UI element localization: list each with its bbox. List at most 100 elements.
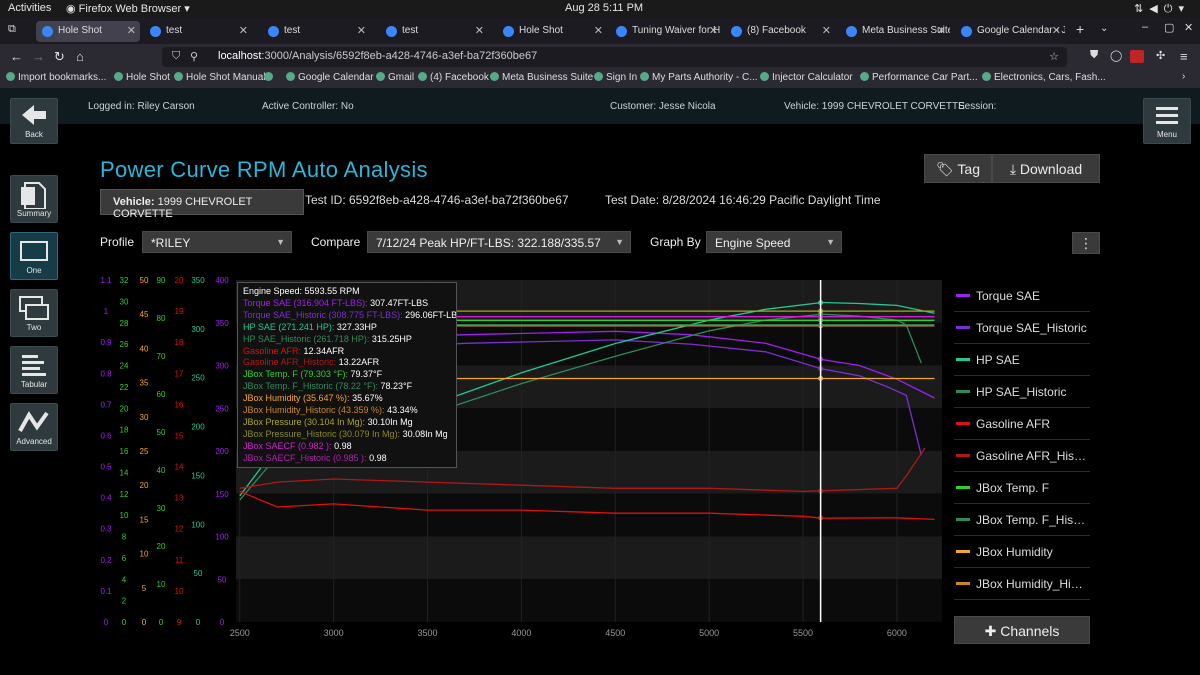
bookmark-item[interactable]: Gmail bbox=[376, 72, 414, 83]
tab-item[interactable]: Meta Business Suite ✕ bbox=[840, 21, 950, 42]
legend-item[interactable]: JBox Temp. F_Historic bbox=[954, 504, 1090, 536]
channels-button[interactable]: ✚ Channels bbox=[954, 616, 1090, 644]
y-tick-label: 300 bbox=[191, 325, 205, 334]
bookmark-item[interactable]: Electronics, Cars, Fash... bbox=[982, 72, 1106, 83]
y-tick-label: 30 bbox=[140, 413, 149, 422]
legend-swatch bbox=[956, 326, 970, 329]
y-tick-label: 19 bbox=[175, 307, 184, 316]
y-tick-label: 0 bbox=[159, 618, 164, 627]
bookmark-item[interactable]: My Parts Authority - C... bbox=[640, 72, 758, 83]
active-controller-text: Active Controller: No bbox=[262, 101, 354, 112]
compare-select[interactable]: 7/12/24 Peak HP/FT-LBS: 322.188/335.57 ▼ bbox=[367, 231, 631, 253]
chevron-down-icon: ▼ bbox=[615, 237, 624, 247]
tab-item[interactable]: Tuning Waiver for H ✕ bbox=[610, 21, 722, 42]
tab-item[interactable]: Hole Shot ✕ bbox=[36, 21, 140, 42]
reload-icon[interactable]: ↻ bbox=[54, 49, 65, 65]
y-tick-label: 0 bbox=[122, 618, 127, 627]
y-tick-label: 8 bbox=[122, 533, 127, 542]
account-icon[interactable]: ◯ bbox=[1110, 49, 1122, 62]
tab-item[interactable]: test ✕ bbox=[144, 21, 252, 42]
navigation-bar: ← → ↻ ⌂ ⛉ ⚲ localhost:3000/Analysis/6592… bbox=[0, 44, 1200, 70]
extensions-puzzle-icon[interactable]: ✣ bbox=[1156, 49, 1165, 62]
legend-item[interactable]: JBox Humidity_Historic bbox=[954, 568, 1090, 600]
close-tab-icon[interactable]: ✕ bbox=[937, 24, 946, 37]
tab-list-icon[interactable]: ⌄ bbox=[1100, 23, 1108, 34]
x-tick-label: 5500 bbox=[793, 628, 813, 638]
legend-item[interactable]: JBox Temp. F bbox=[954, 472, 1090, 504]
app-menu[interactable]: ◉ Firefox Web Browser ▾ bbox=[66, 2, 190, 15]
y-tick-label: 13 bbox=[175, 494, 184, 503]
bookmark-item[interactable] bbox=[264, 72, 276, 83]
network-icon: ⇅ bbox=[1134, 3, 1150, 15]
close-tab-icon[interactable]: ✕ bbox=[1052, 24, 1061, 37]
close-tab-icon[interactable]: ✕ bbox=[127, 24, 136, 37]
y-tick-label: 0 bbox=[196, 618, 201, 627]
close-tab-icon[interactable]: ✕ bbox=[594, 24, 603, 37]
bookmarks-overflow-icon[interactable]: › bbox=[1182, 71, 1185, 82]
bookmark-item[interactable]: Hole Shot bbox=[114, 72, 170, 83]
legend-item[interactable]: Torque SAE_Historic bbox=[954, 312, 1090, 344]
forward-arrow-icon[interactable]: → bbox=[32, 49, 45, 64]
tab-item[interactable]: test ✕ bbox=[262, 21, 370, 42]
shield-icon[interactable]: ⛉ bbox=[172, 50, 180, 63]
bookmark-star-icon[interactable]: ☆ bbox=[1049, 50, 1059, 63]
close-tab-icon[interactable]: ✕ bbox=[709, 24, 718, 37]
chevron-down-icon: ▼ bbox=[276, 237, 285, 247]
home-icon[interactable]: ⌂ bbox=[76, 49, 84, 64]
system-tray[interactable]: ⇅◀⏻▾ bbox=[1134, 2, 1190, 16]
chart-legend: Torque SAE Torque SAE_Historic HP SAE HP SA… bbox=[954, 280, 1090, 600]
y-tick-label: 0.3 bbox=[100, 525, 112, 534]
legend-item[interactable]: HP SAE_Historic bbox=[954, 376, 1090, 408]
bookmark-item[interactable]: (4) Facebook bbox=[418, 72, 489, 83]
close-tab-icon[interactable]: ✕ bbox=[357, 24, 366, 37]
tab-item[interactable]: test ✕ bbox=[380, 21, 488, 42]
bookmark-item[interactable]: Injector Calculator bbox=[760, 72, 853, 83]
extension-icon[interactable] bbox=[1130, 50, 1144, 63]
back-button[interactable]: Back bbox=[10, 98, 58, 144]
menu-button[interactable]: Menu bbox=[1143, 98, 1191, 144]
system-top-bar: Activities ◉ Firefox Web Browser ▾ Aug 2… bbox=[0, 0, 1200, 18]
minimize-icon[interactable]: – bbox=[1142, 21, 1148, 33]
tab-item[interactable]: Google Calendar - J ✕ bbox=[955, 21, 1065, 42]
legend-item[interactable]: HP SAE bbox=[954, 344, 1090, 376]
power-curve-chart[interactable]: 2500 3000 3500 4000 4500 5000 5500 600000.10.20… bbox=[0, 262, 950, 642]
tab-item[interactable]: (8) Facebook ✕ bbox=[725, 21, 835, 42]
legend-item[interactable]: Torque SAE bbox=[954, 280, 1090, 312]
close-window-icon[interactable]: ✕ bbox=[1184, 21, 1193, 34]
bookmark-item[interactable]: Performance Car Part... bbox=[860, 72, 978, 83]
volume-icon: ◀ bbox=[1149, 3, 1164, 15]
activities-button[interactable]: Activities bbox=[8, 2, 51, 14]
graph-by-select[interactable]: Engine Speed ▼ bbox=[706, 231, 842, 253]
download-button[interactable]: ⤓ Download bbox=[992, 154, 1100, 183]
bookmark-item[interactable]: Hole Shot Manual bbox=[174, 72, 266, 83]
bookmark-item[interactable]: Import bookmarks... bbox=[6, 72, 106, 83]
bookmark-item[interactable]: Sign In bbox=[594, 72, 637, 83]
close-tab-icon[interactable]: ✕ bbox=[239, 24, 248, 37]
page-info-icon[interactable]: ⚲ bbox=[190, 50, 198, 63]
sidebar-item-summary[interactable]: Summary bbox=[10, 175, 58, 223]
hamburger-menu-icon[interactable]: ≡ bbox=[1180, 49, 1188, 64]
bookmark-item[interactable]: Google Calendar bbox=[286, 72, 374, 83]
y-tick-label: 14 bbox=[120, 468, 129, 477]
pocket-icon[interactable]: ⛊ bbox=[1090, 49, 1098, 62]
back-arrow-icon[interactable]: ← bbox=[10, 49, 23, 64]
maximize-icon[interactable]: ▢ bbox=[1164, 21, 1174, 34]
legend-item[interactable]: JBox Humidity bbox=[954, 536, 1090, 568]
close-tab-icon[interactable]: ✕ bbox=[475, 24, 484, 37]
clock[interactable]: Aug 28 5:11 PM bbox=[565, 2, 643, 14]
tag-button[interactable]: 🏷 Tag bbox=[924, 154, 992, 183]
tab-overview-icon[interactable]: ⧉ bbox=[8, 23, 16, 36]
more-options-button[interactable]: ⋮ bbox=[1072, 232, 1100, 254]
profile-select[interactable]: *RILEY ▼ bbox=[142, 231, 292, 253]
y-tick-label: 0.7 bbox=[100, 400, 112, 409]
legend-item[interactable]: Gasoline AFR_Historic bbox=[954, 440, 1090, 472]
url-bar[interactable]: ⛉ ⚲ localhost:3000/Analysis/6592f8eb-a42… bbox=[162, 47, 1067, 67]
bookmark-item[interactable]: Meta Business Suite bbox=[490, 72, 593, 83]
bookmark-favicon-icon bbox=[114, 72, 123, 81]
close-tab-icon[interactable]: ✕ bbox=[822, 24, 831, 37]
tab-item[interactable]: Hole Shot ✕ bbox=[497, 21, 607, 42]
tooltip-row: Torque SAE_Historic (308.775 FT-LBS): 29… bbox=[243, 309, 457, 320]
chart-band bbox=[236, 536, 942, 580]
legend-item[interactable]: Gasoline AFR bbox=[954, 408, 1090, 440]
new-tab-icon[interactable]: + bbox=[1076, 21, 1084, 37]
